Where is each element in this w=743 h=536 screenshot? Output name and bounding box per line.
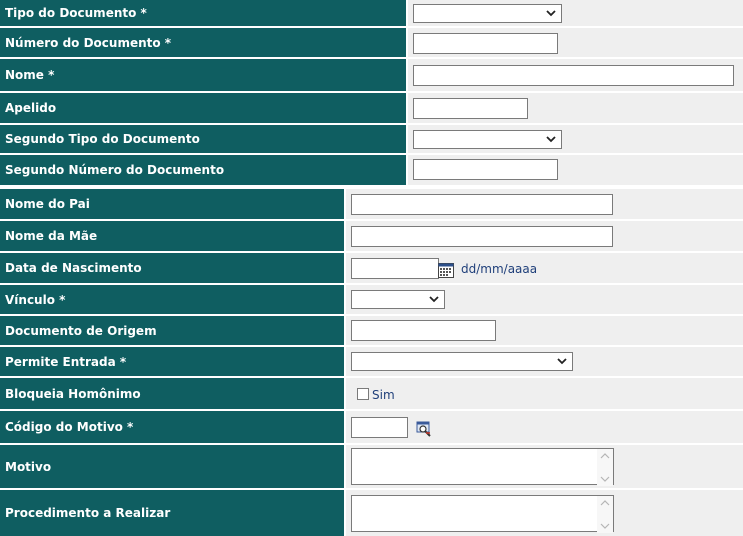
row-segundo-tipo-documento: Segundo Tipo do Documento — [0, 125, 743, 155]
label-documento-origem: Documento de Origem — [0, 316, 344, 345]
value-cell — [346, 347, 743, 376]
value-cell — [346, 411, 743, 443]
vinculo-select[interactable] — [351, 290, 445, 309]
row-bloqueia-homonimo: Bloqueia Homônimo Sim — [0, 378, 743, 411]
label-codigo-motivo: Código do Motivo * — [0, 411, 344, 443]
codigo-motivo-input[interactable] — [351, 417, 408, 438]
scrollbar[interactable] — [597, 496, 613, 533]
value-cell: Sim — [346, 378, 743, 409]
row-numero-documento: Número do Documento * — [0, 28, 743, 59]
label-numero-documento: Número do Documento * — [0, 28, 406, 57]
value-cell — [346, 490, 743, 536]
data-nascimento-input[interactable] — [351, 258, 439, 279]
row-segundo-numero-documento: Segundo Número do Documento — [0, 155, 743, 187]
label-segundo-numero-documento: Segundo Número do Documento — [0, 155, 406, 185]
tipo-documento-select[interactable] — [413, 4, 562, 23]
label-nome-pai: Nome do Pai — [0, 189, 344, 219]
documento-origem-input[interactable] — [351, 320, 496, 341]
value-cell — [408, 93, 743, 123]
checkbox-label-sim[interactable]: Sim — [372, 388, 395, 402]
label-permite-entrada: Permite Entrada * — [0, 347, 344, 376]
motivo-textarea[interactable] — [351, 448, 614, 486]
value-cell: dd/mm/aaaa — [346, 253, 743, 283]
apelido-input[interactable] — [413, 98, 528, 119]
permite-entrada-select[interactable] — [351, 352, 573, 371]
date-format-hint: dd/mm/aaaa — [461, 262, 538, 276]
row-apelido: Apelido — [0, 93, 743, 125]
value-cell — [408, 125, 743, 153]
nome-mae-input[interactable] — [351, 226, 613, 247]
label-nome: Nome * — [0, 59, 406, 91]
row-procedimento: Procedimento a Realizar — [0, 490, 743, 536]
row-nome: Nome * — [0, 59, 743, 93]
calendar-icon[interactable] — [438, 262, 454, 278]
label-apelido: Apelido — [0, 93, 406, 123]
row-nome-mae: Nome da Mãe — [0, 221, 743, 253]
bloqueia-homonimo-checkbox[interactable] — [357, 388, 369, 400]
row-permite-entrada: Permite Entrada * — [0, 347, 743, 378]
chevron-down-icon — [556, 354, 568, 369]
label-motivo: Motivo — [0, 445, 344, 488]
search-lookup-icon[interactable] — [416, 421, 432, 437]
row-data-nascimento: Data de Nascimento dd/mm/aaaa — [0, 253, 743, 285]
value-cell — [408, 28, 743, 57]
label-nome-mae: Nome da Mãe — [0, 221, 344, 251]
label-segundo-tipo-documento: Segundo Tipo do Documento — [0, 125, 406, 153]
value-cell — [346, 445, 743, 488]
row-nome-pai: Nome do Pai — [0, 189, 743, 221]
row-vinculo: Vínculo * — [0, 285, 743, 316]
row-documento-origem: Documento de Origem — [0, 316, 743, 347]
nome-input[interactable] — [413, 65, 734, 86]
chevron-down-icon — [545, 132, 557, 147]
value-cell — [346, 285, 743, 314]
label-vinculo: Vínculo * — [0, 285, 344, 314]
value-cell — [346, 221, 743, 251]
row-codigo-motivo: Código do Motivo * — [0, 411, 743, 445]
row-motivo: Motivo — [0, 445, 743, 490]
nome-pai-input[interactable] — [351, 194, 613, 215]
label-bloqueia-homonimo: Bloqueia Homônimo — [0, 378, 344, 409]
value-cell — [346, 316, 743, 345]
numero-documento-input[interactable] — [413, 33, 558, 54]
segundo-numero-documento-input[interactable] — [413, 159, 558, 180]
value-cell — [346, 189, 743, 219]
chevron-down-icon — [545, 6, 557, 21]
segundo-tipo-documento-select[interactable] — [413, 130, 562, 149]
scrollbar[interactable] — [597, 449, 613, 486]
value-cell — [408, 59, 743, 91]
label-procedimento: Procedimento a Realizar — [0, 490, 344, 536]
value-cell — [408, 0, 743, 26]
chevron-down-icon — [428, 292, 440, 307]
label-data-nascimento: Data de Nascimento — [0, 253, 344, 283]
row-tipo-documento: Tipo do Documento * — [0, 0, 743, 28]
value-cell — [408, 155, 743, 185]
procedimento-textarea[interactable] — [351, 495, 614, 533]
label-tipo-documento: Tipo do Documento * — [0, 0, 406, 26]
